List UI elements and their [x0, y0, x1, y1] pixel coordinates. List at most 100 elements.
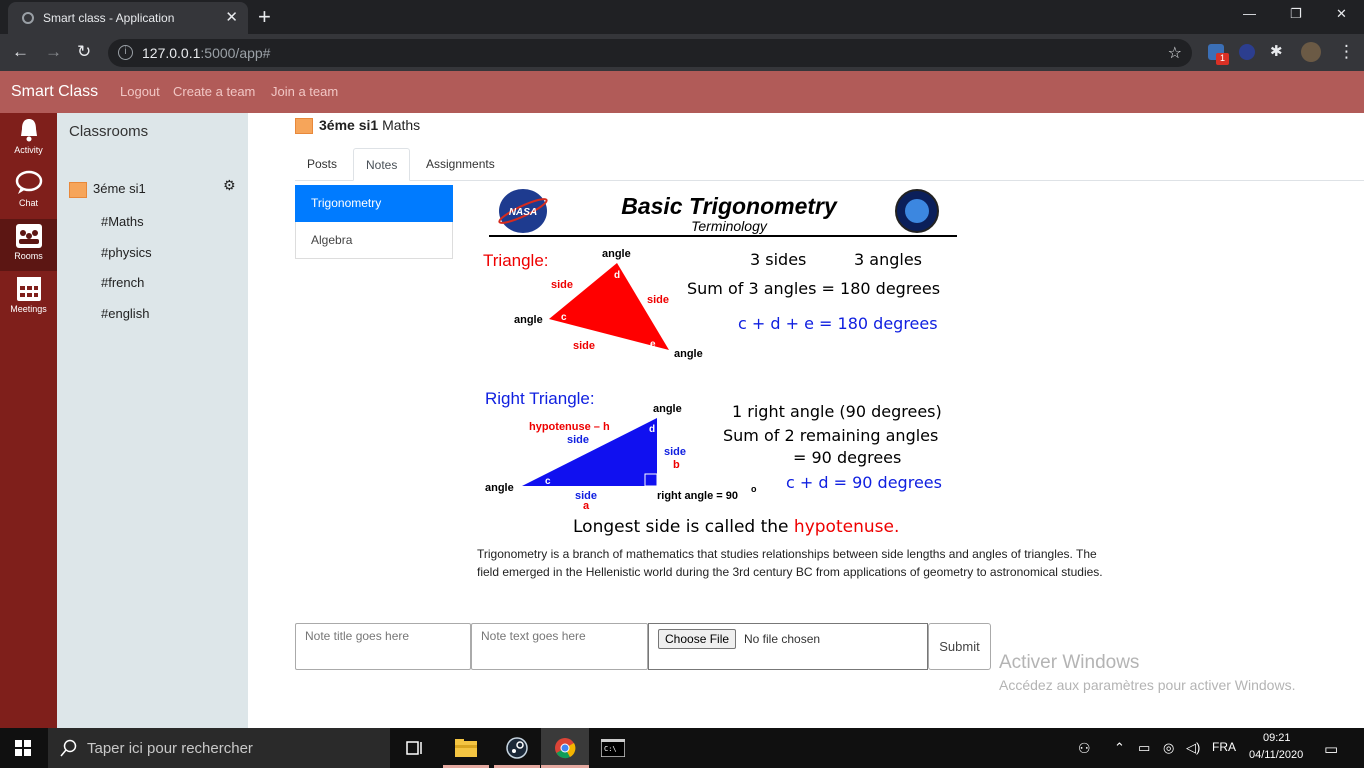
choose-file-button[interactable]: Choose File [658, 629, 737, 649]
channel-physics[interactable]: #physics [101, 245, 152, 260]
note-item-algebra[interactable]: Algebra [295, 222, 453, 259]
join-team-link[interactable]: Join a team [271, 84, 338, 99]
task-view-icon[interactable] [392, 728, 438, 768]
breadcrumb: 3éme si1 Maths [295, 117, 421, 135]
rail-label: Activity [14, 145, 43, 155]
logout-link[interactable]: Logout [120, 84, 160, 99]
side-label: side [567, 434, 589, 446]
gear-icon[interactable]: ⚙ [223, 177, 236, 194]
clock-time[interactable]: 09:21 [1263, 732, 1291, 744]
rail-activity[interactable]: Activity [0, 113, 57, 165]
left-rail: Activity Chat Rooms Meetings [0, 113, 57, 728]
activation-watermark-title: Activer Windows [999, 652, 1140, 673]
new-tab-icon[interactable]: + [258, 4, 271, 30]
fact-remaining: Sum of 2 remaining angles [723, 426, 938, 445]
rail-label: Meetings [10, 304, 47, 314]
file-explorer-icon[interactable] [443, 728, 489, 768]
favicon-icon [22, 12, 34, 24]
tab-notes[interactable]: Notes [353, 148, 411, 181]
fact-sum-angles: Sum of 3 angles = 180 degrees [687, 279, 940, 298]
file-status: No file chosen [744, 632, 821, 646]
rail-meetings[interactable]: Meetings [0, 272, 57, 324]
reload-icon[interactable]: ↻ [77, 42, 91, 62]
clock-date[interactable]: 04/11/2020 [1249, 749, 1303, 761]
back-icon[interactable]: ← [12, 42, 29, 62]
chrome-icon[interactable] [541, 728, 589, 768]
fact-ninety: = 90 degrees [793, 448, 901, 467]
classroom-sidebar: Classrooms 3éme si1 ⚙ #Maths #physics #f… [57, 113, 248, 728]
app-brand[interactable]: Smart Class [11, 83, 98, 101]
triangle-shape [549, 263, 669, 350]
side-label: side [551, 279, 573, 291]
longest-side-word: hypotenuse. [794, 517, 899, 537]
calendar-icon [16, 277, 41, 301]
sidebar-header: Classrooms [69, 123, 149, 140]
blocker-extension-icon[interactable] [1239, 44, 1255, 60]
submit-button[interactable]: Submit [928, 623, 991, 670]
forward-icon[interactable]: → [45, 42, 62, 62]
minimize-icon[interactable]: — [1243, 6, 1256, 21]
windows-start-icon[interactable] [15, 740, 31, 756]
fact-three-angles: 3 angles [854, 250, 922, 269]
notes-list: Trigonometry Algebra [295, 185, 453, 259]
tab-posts[interactable]: Posts [295, 148, 349, 181]
nasa-text: NASA [509, 207, 537, 218]
longest-side-caption: Longest side is called the hypotenuse. [573, 517, 899, 537]
browser-tab[interactable]: Smart class - Application ✕ [8, 2, 248, 34]
chat-icon [15, 170, 42, 194]
fact-right-angle: 1 right angle (90 degrees) [732, 402, 942, 421]
restore-icon[interactable]: ❐ [1290, 6, 1302, 22]
side-label: side [664, 446, 686, 458]
network-icon[interactable]: ▭ [1138, 740, 1150, 756]
taskbar-search[interactable]: Taper ici pour rechercher [48, 728, 390, 768]
window-close-icon[interactable]: ✕ [1336, 6, 1347, 22]
language-indicator[interactable]: FRA [1212, 740, 1236, 754]
create-team-link[interactable]: Create a team [173, 84, 255, 99]
people-icon[interactable]: ⚇ [1078, 740, 1091, 757]
search-icon [60, 739, 77, 757]
channel-maths[interactable]: #Maths [101, 214, 144, 229]
classroom-item[interactable]: 3éme si1 [69, 181, 146, 198]
close-tab-icon[interactable]: ✕ [225, 8, 238, 26]
note-body: Trigonometry is a branch of mathematics … [477, 547, 1103, 579]
main-content: 3éme si1 Maths Posts Notes Assignments T… [248, 113, 1364, 728]
rail-rooms[interactable]: Rooms [0, 219, 57, 271]
angle-letter-e: e [650, 339, 656, 350]
angle-letter-d: d [649, 424, 655, 435]
rooms-icon [15, 224, 42, 248]
tray-chevron-icon[interactable]: ⌃ [1114, 740, 1125, 756]
bookmark-star-icon[interactable]: ☆ [1168, 43, 1182, 63]
notifications-icon[interactable]: ▭ [1324, 740, 1338, 758]
gamepad-icon[interactable]: ◎ [1163, 740, 1174, 756]
breadcrumb-channel: Maths [382, 117, 421, 133]
terminal-icon[interactable]: C:\ [591, 728, 637, 768]
browser-tabbar: Smart class - Application ✕ + — ❐ ✕ [0, 0, 1364, 34]
steam-icon[interactable] [494, 728, 540, 768]
puzzle-icon[interactable]: ✱ [1270, 42, 1283, 60]
note-item-trigonometry[interactable]: Trigonometry [295, 185, 453, 222]
fact-three-sides: 3 sides [750, 250, 806, 269]
figure-subtitle: Terminology [691, 218, 768, 234]
side-label: side [573, 340, 595, 352]
classroom-name: 3éme si1 [93, 181, 146, 196]
channel-french[interactable]: #french [101, 275, 144, 290]
url-field[interactable]: i 127.0.0.1:5000/app# ☆ [108, 39, 1192, 67]
volume-icon[interactable]: ◁) [1186, 740, 1200, 756]
site-info-icon[interactable]: i [118, 45, 133, 60]
channel-english[interactable]: #english [101, 306, 149, 321]
kebab-menu-icon[interactable]: ⋮ [1338, 42, 1355, 62]
right-triangle-label: Right Triangle: [485, 389, 595, 408]
rail-chat[interactable]: Chat [0, 166, 57, 218]
angle-label: angle [485, 482, 514, 494]
avatar[interactable] [1301, 42, 1321, 62]
side-letter-a: a [583, 500, 590, 512]
note-title-field[interactable]: Note title goes here [295, 623, 471, 670]
figure-title: Basic Trigonometry [621, 193, 838, 219]
tab-assignments[interactable]: Assignments [414, 148, 507, 181]
activation-watermark-text: Accédez aux paramètres pour activer Wind… [999, 677, 1296, 693]
classroom-logo-icon [69, 181, 87, 198]
right-equation: c + d = 90 degrees [786, 473, 942, 492]
url-host: 127.0.0.1 [142, 45, 201, 61]
classroom-logo-icon [295, 118, 313, 135]
note-text-field[interactable]: Note text goes here [471, 623, 648, 670]
